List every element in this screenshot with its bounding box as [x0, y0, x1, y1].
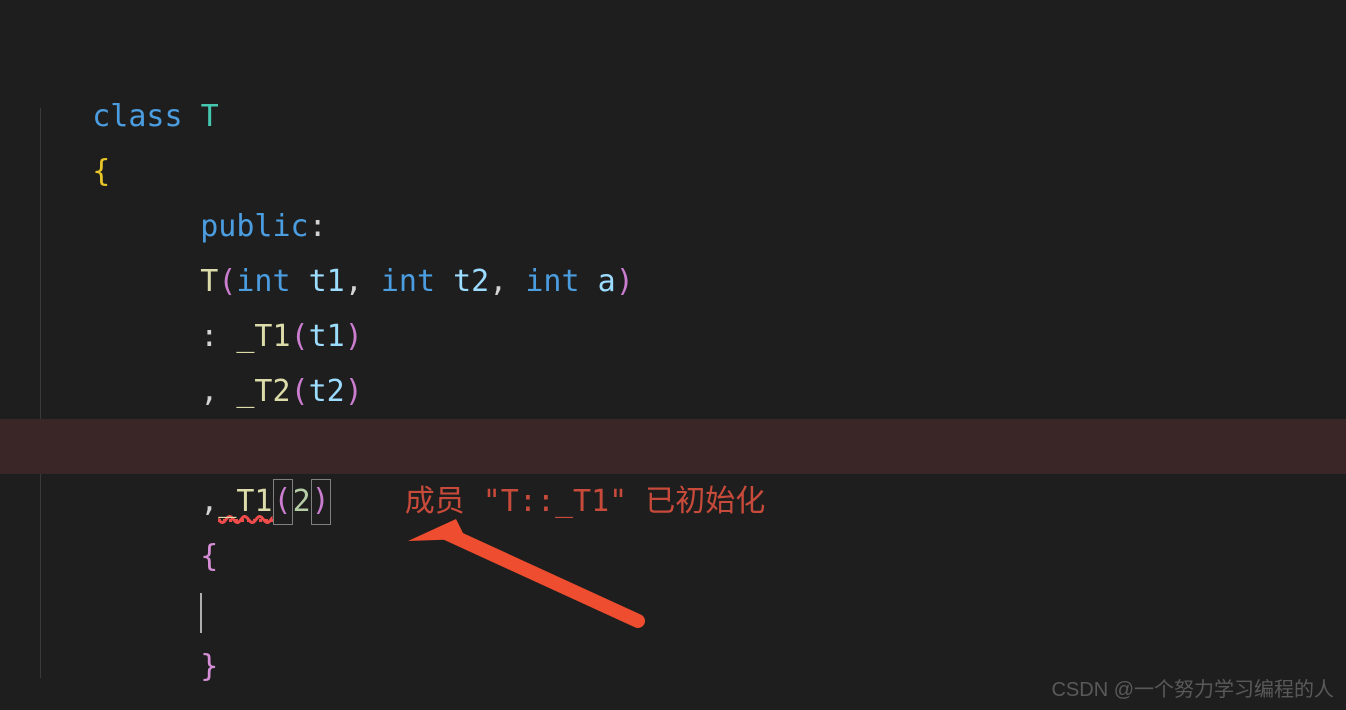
code-line [20, 529, 1346, 584]
code-line: T(int t1, int t2, int a) [20, 199, 1346, 254]
inline-error-message: 成员 "T::_T1" 已初始化 [405, 484, 766, 519]
code-line: { [20, 89, 1346, 144]
error-token: _T1 [218, 484, 272, 522]
code-line: public: [20, 144, 1346, 199]
code-line: : _T1(t1) [20, 254, 1346, 309]
code-line: } [20, 584, 1346, 639]
watermark-text: CSDN @一个努力学习编程的人 [1051, 673, 1334, 702]
code-line: , _a(a) [20, 364, 1346, 419]
code-editor[interactable]: class T { public: T(int t1, int t2, int … [0, 0, 1346, 710]
code-line: , _T2(t2) [20, 309, 1346, 364]
code-line: class T [20, 34, 1346, 89]
code-line-error: ,_T1(2)成员 "T::_T1" 已初始化 [0, 419, 1346, 474]
